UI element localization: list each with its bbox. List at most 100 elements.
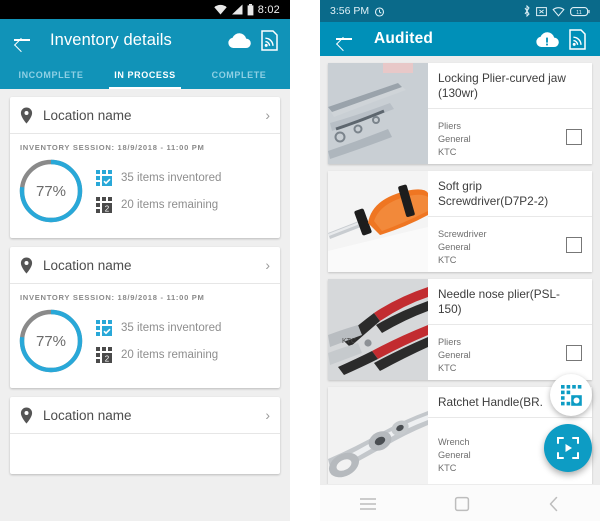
progress-ring: 77%	[18, 308, 84, 374]
left-app-bar: Inventory details	[0, 19, 290, 61]
svg-text:2: 2	[105, 354, 110, 363]
cloud-icon[interactable]	[227, 31, 251, 49]
left-tab-bar: INCOMPLETE IN PROCESS COMPLETE	[0, 61, 290, 89]
item-group: General	[438, 450, 471, 461]
grid-remaining-icon: 2	[96, 346, 112, 363]
location-pin-icon	[20, 407, 33, 423]
battery-icon	[247, 3, 254, 15]
left-phone: 8:02 Inventory details INCOMPLETE IN PRO…	[0, 0, 290, 521]
item-title: Soft grip Screwdriver(D7P2-2)	[428, 171, 592, 218]
signal-icon	[231, 4, 243, 15]
rfid-scan-icon[interactable]	[569, 28, 586, 50]
locking-plier-photo	[328, 63, 428, 164]
item-brand: KTC	[438, 146, 457, 157]
tab-incomplete[interactable]: INCOMPLETE	[4, 61, 98, 89]
left-status-bar: 8:02	[0, 0, 290, 19]
stat-remaining: 2 20 items remaining	[96, 346, 221, 363]
item-info: Needle nose plier(PSL-150) Pliers Genera…	[428, 279, 592, 380]
item-info: Locking Plier-curved jaw (130wr) Pliers …	[428, 63, 592, 164]
stat-inventoried-text: 35 items inventored	[121, 171, 222, 184]
item-group: General	[438, 349, 471, 360]
dual-phone-screenshot: 8:02 Inventory details INCOMPLETE IN PRO…	[0, 0, 600, 521]
ratchet-handle-photo	[328, 387, 428, 484]
stat-inventoried: 35 items inventored	[96, 319, 222, 336]
location-header[interactable]: Location name ›	[10, 97, 280, 134]
sim-icon	[536, 6, 547, 16]
grid-check-icon	[96, 169, 112, 186]
stat-remaining: 2 20 items remaining	[96, 196, 221, 213]
location-name: Location name	[43, 407, 132, 423]
location-card[interactable]: Location name › INVENTORY SESSION: 18/9/…	[10, 247, 280, 388]
item-brand: KTC	[438, 463, 457, 474]
location-header[interactable]: Location name ›	[10, 247, 280, 284]
item-meta: Screwdriver General KTC	[438, 225, 560, 265]
cloud-alert-icon[interactable]	[535, 30, 559, 48]
item-meta: Pliers General KTC	[438, 117, 560, 157]
item-meta: Wrench General KTC	[438, 433, 560, 473]
left-card-list[interactable]: Location name › INVENTORY SESSION: 18/9/…	[0, 89, 290, 521]
item-info: Soft grip Screwdriver(D7P2-2) Screwdrive…	[428, 171, 592, 272]
inventory-session-label: INVENTORY SESSION: 18/9/2018 - 11:00 PM	[20, 293, 205, 302]
bluetooth-icon	[524, 5, 530, 17]
location-pin-icon	[20, 257, 33, 273]
svg-text:11: 11	[576, 10, 582, 16]
chevron-right-icon[interactable]: ›	[265, 407, 270, 423]
stat-inventoried-text: 35 items inventored	[121, 321, 222, 334]
progress-percent: 77%	[35, 332, 67, 350]
right-app-bar: Audited	[320, 22, 600, 56]
tab-in-process[interactable]: IN PROCESS	[98, 61, 192, 89]
progress-ring: 77%	[18, 158, 84, 224]
item-brand: KTC	[438, 254, 457, 265]
svg-text:KTC: KTC	[342, 338, 356, 345]
stat-inventoried: 35 items inventored	[96, 169, 222, 186]
nav-menu-lines-icon[interactable]	[359, 497, 377, 511]
list-item[interactable]: Locking Plier-curved jaw (130wr) Pliers …	[328, 63, 592, 164]
grid-check-icon	[96, 319, 112, 336]
item-meta: Pliers General KTC	[438, 333, 560, 373]
item-checkbox[interactable]	[566, 344, 582, 361]
page-title: Inventory details	[50, 30, 172, 49]
tab-complete[interactable]: COMPLETE	[192, 61, 286, 89]
item-meta-row: Pliers General KTC	[428, 325, 592, 380]
wifi-icon	[214, 4, 227, 15]
location-card[interactable]: Location name › INVENTORY SESSION: 18/9/…	[10, 97, 280, 238]
rfid-scan-icon[interactable]	[261, 29, 278, 51]
stat-remaining-text: 20 items remaining	[121, 198, 219, 211]
list-item[interactable]: KTC Needle nose plier(PSL-150) Pliers Ge…	[328, 279, 592, 380]
chevron-right-icon[interactable]: ›	[265, 107, 270, 123]
nav-home-square-icon[interactable]	[454, 496, 470, 512]
scan-grid-icon	[560, 384, 582, 406]
card-stats: 77% 35 items inventored 2 20 items remai…	[10, 302, 280, 388]
item-group: General	[438, 241, 471, 252]
item-title: Locking Plier-curved jaw (130wr)	[428, 63, 592, 110]
item-checkbox[interactable]	[566, 128, 582, 145]
audited-item-list[interactable]: Locking Plier-curved jaw (130wr) Pliers …	[320, 56, 600, 484]
scan-start-fab[interactable]	[544, 424, 592, 472]
location-pin-icon	[20, 107, 33, 123]
item-group: General	[438, 133, 471, 144]
card-stats: 77% 35 items inventored 2 20 items remai…	[10, 152, 280, 238]
status-time: 3:56 PM	[330, 5, 370, 17]
item-brand: KTC	[438, 362, 457, 373]
list-item[interactable]: Soft grip Screwdriver(D7P2-2) Screwdrive…	[328, 171, 592, 272]
location-card[interactable]: Location name ›	[10, 397, 280, 474]
chevron-right-icon[interactable]: ›	[265, 257, 270, 273]
location-header[interactable]: Location name ›	[10, 397, 280, 434]
alarm-icon	[375, 6, 385, 17]
page-title: Audited	[374, 30, 434, 47]
screwdriver-photo	[328, 171, 428, 272]
back-arrow-icon[interactable]	[334, 29, 354, 49]
item-meta-row: Screwdriver General KTC	[428, 217, 592, 272]
right-status-bar: 3:56 PM 11	[320, 0, 600, 22]
svg-text:2: 2	[105, 204, 110, 213]
item-category: Pliers	[438, 120, 461, 131]
right-phone: 3:56 PM 11 Audited Locking Plier-curved …	[320, 0, 600, 521]
nav-back-chevron-icon[interactable]	[547, 496, 561, 512]
inventory-session-label: INVENTORY SESSION: 18/9/2018 - 11:00 PM	[20, 143, 205, 152]
scan-grid-fab[interactable]	[550, 374, 592, 416]
location-name: Location name	[43, 257, 132, 273]
item-meta-row: Pliers General KTC	[428, 109, 592, 164]
item-category: Wrench	[438, 437, 470, 448]
item-checkbox[interactable]	[566, 236, 582, 253]
back-arrow-icon[interactable]	[12, 30, 32, 50]
